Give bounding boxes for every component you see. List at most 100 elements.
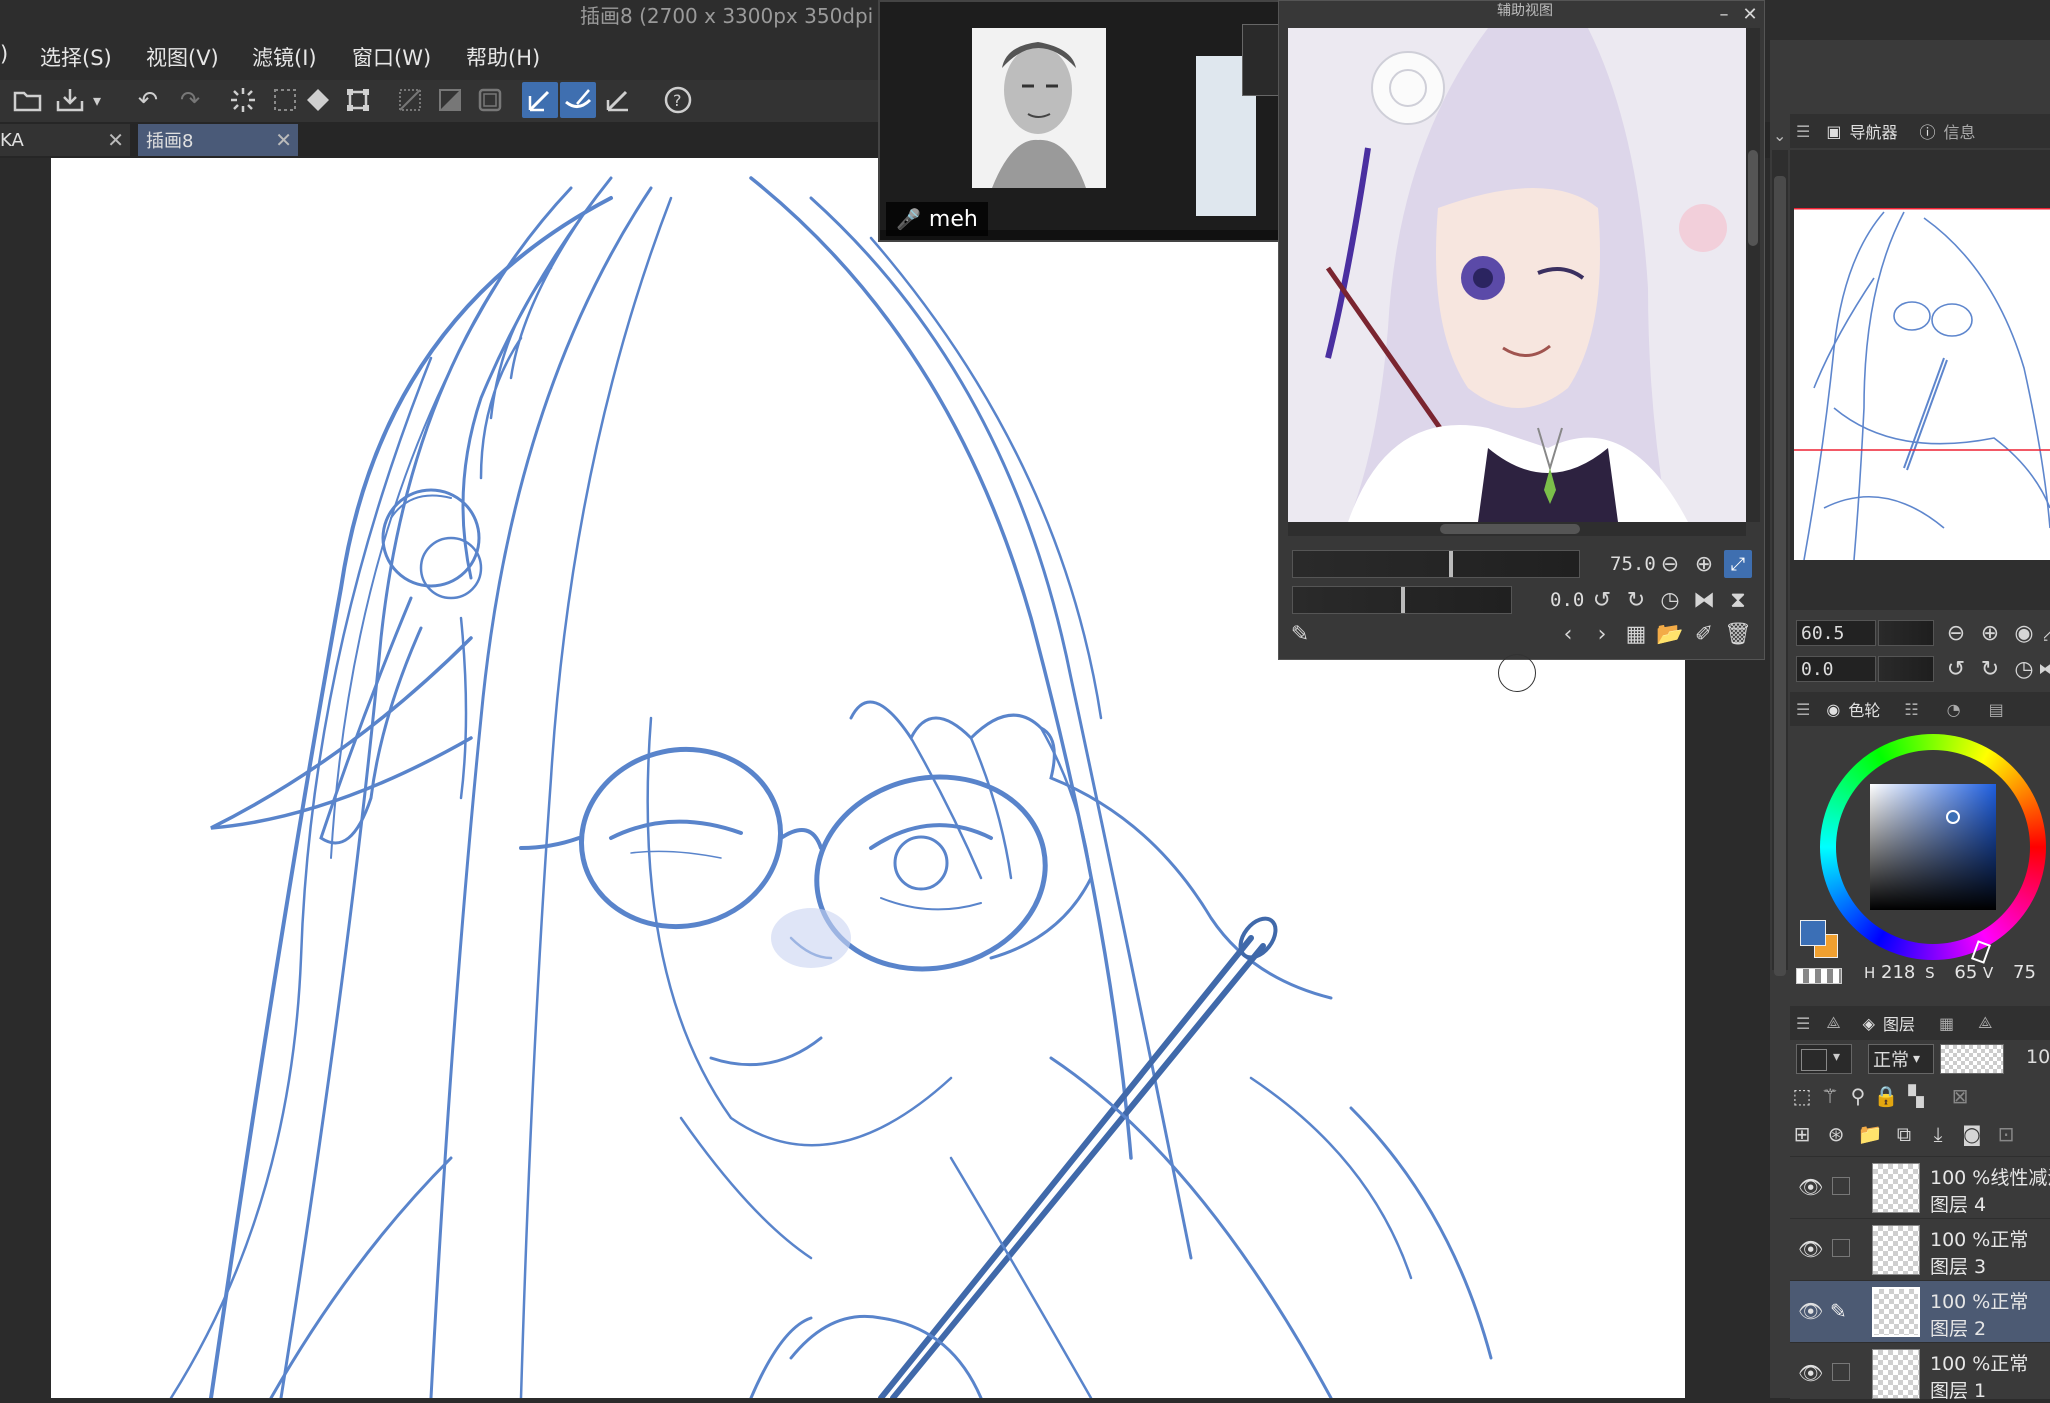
undo-icon[interactable]: ↶	[130, 82, 166, 118]
layer-checkbox[interactable]	[1832, 1363, 1850, 1381]
navigator-thumbnail[interactable]	[1794, 208, 2050, 560]
duplicate-layer-icon[interactable]: ⧉	[1890, 1120, 1918, 1148]
navigator-zoom-field[interactable]: 60.5	[1796, 620, 1876, 646]
dock-scroll-thumb[interactable]	[1774, 176, 1786, 976]
layer-checkbox[interactable]	[1832, 1239, 1850, 1257]
rotate-right-icon[interactable]: ↻	[1976, 655, 2004, 683]
layer-search-icon[interactable]: ⟁	[1978, 1013, 1992, 1033]
pen-icon[interactable]	[522, 82, 558, 118]
layer-row[interactable]: 👁 100 %正常 图层 1	[1790, 1342, 2050, 1402]
zoom-in-icon[interactable]: ⊕	[1976, 619, 2004, 647]
navigator-zoom-slider[interactable]	[1878, 620, 1934, 646]
collapse-icon[interactable]: ⌄	[1773, 126, 1786, 145]
new-raster-layer-icon[interactable]: ⊞	[1788, 1120, 1816, 1148]
flip-vertical-icon[interactable]: ⧗	[1724, 586, 1752, 614]
delete-layer-icon[interactable]: ⊡	[1992, 1120, 2020, 1148]
expand-icon[interactable]: ⤢	[2044, 619, 2050, 647]
panel-menu-icon[interactable]: ☰	[1796, 122, 1810, 141]
blend-mode-dropdown[interactable]: 正常 ▾	[1868, 1044, 1934, 1074]
opacity-slider[interactable]	[1940, 1044, 2004, 1074]
new-vector-layer-icon[interactable]: ⊛	[1822, 1120, 1850, 1148]
eye-icon[interactable]: 👁	[1798, 1175, 1823, 1199]
menu-item-help[interactable]: 帮助(H)	[466, 42, 540, 72]
main-color-swatch[interactable]	[1800, 920, 1826, 946]
mask-icon[interactable]: ▚	[1902, 1082, 1930, 1110]
menu-item-partial[interactable]: )	[0, 42, 8, 66]
close-icon[interactable]: ✕	[275, 128, 292, 152]
dropdown-icon[interactable]: ▾	[86, 82, 108, 118]
clip-icon[interactable]: ⚚	[1816, 1082, 1844, 1110]
reset-rotation-icon[interactable]: ◷	[1656, 586, 1684, 614]
color-set-icon[interactable]: ◔	[1947, 700, 1961, 719]
merge-down-icon[interactable]: ⤓	[1924, 1120, 1952, 1148]
reference-image[interactable]	[1288, 28, 1746, 522]
redo-icon[interactable]: ↷	[172, 82, 208, 118]
reset-rotation-icon[interactable]: ◷	[2010, 655, 2038, 683]
transparent-color-swatch[interactable]	[1796, 968, 1842, 984]
eye-icon[interactable]: 👁	[1798, 1361, 1823, 1385]
panel-menu-icon[interactable]: ☰	[1796, 1014, 1810, 1033]
rotate-slider-handle[interactable]	[1401, 587, 1405, 613]
previous-image-icon[interactable]: ‹	[1554, 620, 1582, 648]
panel-menu-icon[interactable]: ☰	[1796, 700, 1810, 719]
eyedropper-icon[interactable]: ✎	[1286, 620, 1314, 648]
rotate-left-icon[interactable]: ↺	[1942, 655, 1970, 683]
ruler-icon[interactable]	[392, 82, 428, 118]
layer-row[interactable]: 👁 100 %正常 图层 3	[1790, 1218, 2050, 1281]
navigator-rotate-field[interactable]: 0.0	[1796, 656, 1876, 682]
frame-icon[interactable]	[472, 82, 508, 118]
brush-icon[interactable]	[560, 82, 596, 118]
tab-color-wheel[interactable]: 色轮	[1848, 697, 1880, 721]
close-icon[interactable]: ✕	[1736, 0, 1764, 28]
tab-layers[interactable]: 图层	[1883, 1011, 1915, 1035]
grid-view-icon[interactable]: ▦	[1622, 620, 1650, 648]
layer-row-selected[interactable]: 👁 ✎ 100 %正常 图层 2	[1790, 1280, 2050, 1343]
tab-info[interactable]: 信息	[1944, 119, 1976, 143]
fit-icon[interactable]: ◉	[2010, 619, 2038, 647]
zoom-out-icon[interactable]: ⊖	[1656, 550, 1684, 578]
flip-horizontal-icon[interactable]: ⧓	[2040, 655, 2050, 683]
next-image-icon[interactable]: ›	[1588, 620, 1616, 648]
eraser-icon[interactable]	[600, 82, 636, 118]
zoom-slider-handle[interactable]	[1449, 551, 1453, 577]
open-icon[interactable]	[10, 82, 46, 118]
tab-ka[interactable]: KA ✕	[0, 124, 130, 156]
fit-view-icon[interactable]: ⤢	[1724, 550, 1752, 578]
rotate-slider[interactable]	[1292, 586, 1512, 614]
zoom-slider[interactable]	[1292, 550, 1580, 578]
tab-illustration-8[interactable]: 插画8 ✕	[138, 124, 298, 156]
color-picker-handle[interactable]	[1946, 810, 1960, 824]
vertical-scrollbar[interactable]	[1746, 28, 1760, 522]
disabled-icon[interactable]: ⊠	[1946, 1082, 1974, 1110]
layer-checkbox[interactable]	[1832, 1177, 1850, 1195]
fill-icon[interactable]	[300, 82, 336, 118]
color-slider-icon[interactable]: ☷	[1904, 700, 1918, 719]
transform-icon[interactable]	[340, 82, 376, 118]
timeline-icon[interactable]: ▦	[1939, 1014, 1954, 1033]
delete-icon[interactable]: 🗑	[1724, 620, 1752, 648]
rotate-left-icon[interactable]: ↺	[1588, 586, 1616, 614]
minimize-icon[interactable]: –	[1710, 0, 1738, 28]
color-wheel-area[interactable]	[1790, 728, 2050, 968]
lock-icon[interactable]: 🔒	[1872, 1082, 1900, 1110]
new-folder-icon[interactable]: 📁	[1856, 1120, 1884, 1148]
select-icon[interactable]	[267, 82, 303, 118]
saturation-value-square[interactable]	[1870, 784, 1996, 910]
menu-item-filter[interactable]: 滤镜(I)	[252, 42, 317, 72]
reference-layer-icon[interactable]: ⚲	[1844, 1082, 1872, 1110]
vertical-scroll-thumb[interactable]	[1748, 150, 1758, 246]
tab-navigator[interactable]: 导航器	[1849, 119, 1897, 143]
layer-color-dropdown[interactable]: ▾	[1796, 1044, 1852, 1074]
menu-item-view[interactable]: 视图(V)	[146, 42, 219, 72]
navigator-rotate-slider[interactable]	[1878, 656, 1934, 682]
horizontal-scroll-thumb[interactable]	[1440, 524, 1580, 534]
menu-item-window[interactable]: 窗口(W)	[352, 42, 431, 72]
loading-icon[interactable]	[225, 82, 261, 118]
layer-mask-icon[interactable]: ◙	[1958, 1120, 1986, 1148]
layer-row[interactable]: 👁 100 %线性减淡 图层 4	[1790, 1156, 2050, 1219]
flip-horizontal-icon[interactable]: ⧓	[1690, 586, 1718, 614]
lock-transparent-icon[interactable]: ⬚	[1788, 1082, 1816, 1110]
open-image-icon[interactable]: 📂	[1656, 620, 1684, 648]
save-icon[interactable]	[52, 82, 88, 118]
zoom-out-icon[interactable]: ⊖	[1942, 619, 1970, 647]
